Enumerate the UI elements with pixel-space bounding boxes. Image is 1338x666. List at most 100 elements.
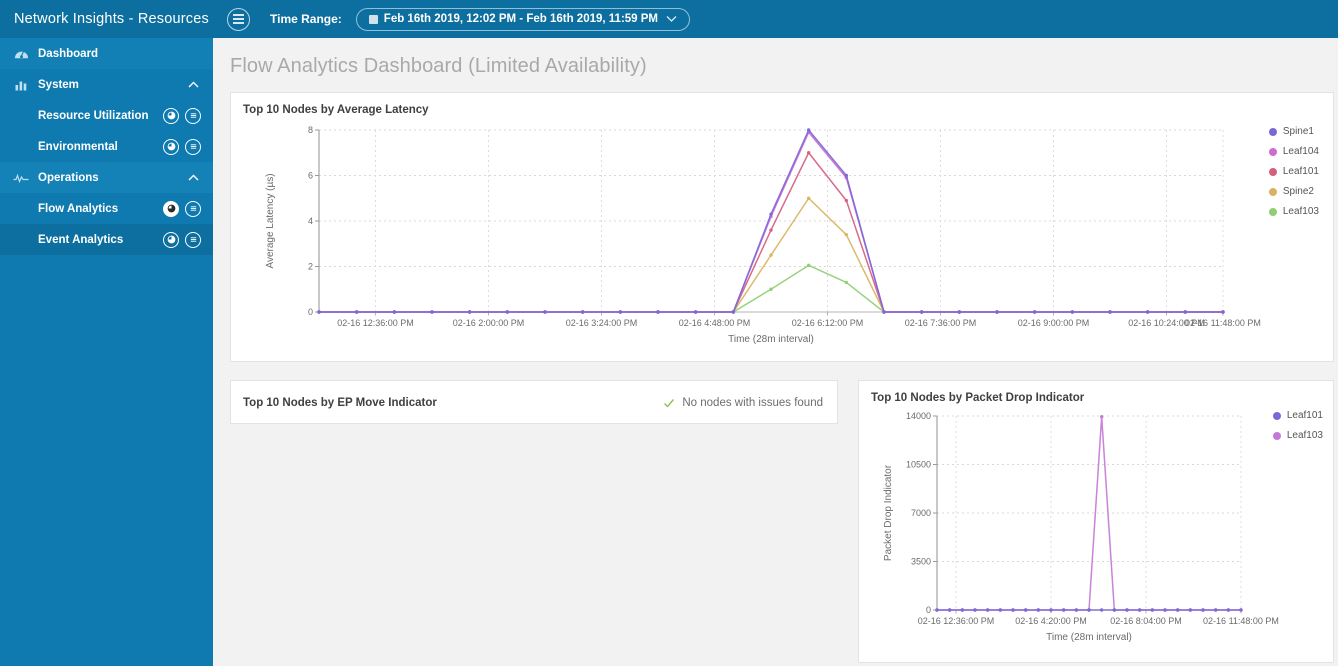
svg-text:02-16 8:04:00 PM: 02-16 8:04:00 PM: [1110, 616, 1182, 626]
sidebar-item-label: Event Analytics: [38, 233, 124, 246]
svg-text:10500: 10500: [906, 460, 931, 470]
sidebar-item-resource-utilization[interactable]: Resource Utilization: [0, 100, 213, 131]
calendar-icon: [368, 14, 378, 24]
legend-color-dot: [1268, 147, 1277, 156]
hamburger-icon[interactable]: [227, 7, 250, 31]
svg-text:4: 4: [308, 216, 313, 226]
legend-label: Leaf103: [1286, 430, 1323, 441]
card-title: Top 10 Nodes by Packet Drop Indicator: [871, 392, 1085, 404]
sidebar: Network Insights - Resources Dashboard S…: [0, 0, 213, 666]
svg-text:Average Latency (µs): Average Latency (µs): [265, 173, 276, 268]
svg-text:02-16 9:00:00 PM: 02-16 9:00:00 PM: [1018, 318, 1090, 328]
card-average-latency: Top 10 Nodes by Average Latency 0 2 4 6 8 02-…: [230, 92, 1334, 362]
check-icon: [663, 397, 675, 409]
time-range-label: Time Range:: [270, 12, 342, 26]
svg-text:6: 6: [308, 171, 313, 181]
legend-label: Spine2: [1282, 186, 1314, 197]
svg-text:02-16 12:36:00 PM: 02-16 12:36:00 PM: [918, 616, 995, 626]
svg-text:02-16 12:36:00 PM: 02-16 12:36:00 PM: [337, 318, 414, 328]
pulse-icon: [12, 171, 30, 185]
status-text: No nodes with issues found: [682, 397, 823, 409]
legend-label: Leaf104: [1282, 146, 1319, 157]
sidebar-item-flow-analytics[interactable]: Flow Analytics: [0, 193, 213, 224]
top-bar: Time Range: Feb 16th 2019, 12:02 PM - Fe…: [213, 0, 1338, 38]
svg-text:02-16 2:00:00 PM: 02-16 2:00:00 PM: [453, 318, 525, 328]
list-circle-icon[interactable]: [185, 107, 201, 124]
svg-text:Time (28m interval): Time (28m interval): [1046, 632, 1132, 643]
time-range-picker[interactable]: Feb 16th 2019, 12:02 PM - Feb 16th 2019,…: [355, 7, 691, 31]
bar-chart-icon: [12, 78, 30, 92]
svg-text:02-16 4:20:00 PM: 02-16 4:20:00 PM: [1015, 616, 1087, 626]
svg-text:0: 0: [308, 307, 313, 317]
dashboard-circle-icon[interactable]: [163, 138, 179, 155]
legend-item[interactable]: Leaf103: [1272, 430, 1323, 441]
svg-text:14000: 14000: [906, 411, 931, 421]
sidebar-item-actions: [163, 231, 201, 248]
chart-legend-latency: Spine1 Leaf104 Leaf101 Spine2 Leaf103: [1268, 126, 1319, 217]
svg-text:02-16 4:48:00 PM: 02-16 4:48:00 PM: [679, 318, 751, 328]
chart-legend-drop: Leaf101 Leaf103: [1272, 410, 1323, 441]
sidebar-item-label: Dashboard: [38, 47, 99, 60]
chart-packet-drop[interactable]: 0 3500 7000 10500 14000 02-16 12:36:00 PM 02-1…: [859, 404, 1333, 662]
svg-text:02-16 3:24:00 PM: 02-16 3:24:00 PM: [566, 318, 638, 328]
dashboard-circle-icon[interactable]: [163, 107, 179, 124]
sidebar-item-environmental[interactable]: Environmental: [0, 131, 213, 162]
svg-text:Packet Drop Indicator: Packet Drop Indicator: [883, 464, 894, 561]
chevron-up-icon[interactable]: [185, 170, 201, 186]
card-title: Top 10 Nodes by EP Move Indicator: [243, 397, 437, 409]
sidebar-item-dashboard[interactable]: Dashboard: [0, 38, 213, 69]
svg-text:7000: 7000: [911, 508, 931, 518]
legend-item[interactable]: Leaf103: [1268, 206, 1319, 217]
app-window: Network Insights - Resources Dashboard S…: [0, 0, 1338, 666]
legend-item[interactable]: Leaf104: [1268, 146, 1319, 157]
card-title: Top 10 Nodes by Average Latency: [243, 104, 429, 116]
sidebar-item-actions: [163, 107, 201, 124]
list-circle-icon[interactable]: [185, 231, 201, 248]
legend-label: Spine1: [1282, 126, 1314, 137]
dashboard-content: Top 10 Nodes by Average Latency 0 2 4 6 8 02-…: [213, 92, 1338, 666]
legend-color-dot: [1272, 431, 1281, 440]
sidebar-group-label: System: [38, 78, 79, 91]
list-circle-icon[interactable]: [185, 138, 201, 155]
sidebar-group-system[interactable]: System: [0, 69, 213, 100]
sidebar-group-operations[interactable]: Operations: [0, 162, 213, 193]
chevron-down-icon[interactable]: [666, 14, 677, 25]
list-circle-icon[interactable]: [185, 200, 201, 217]
sidebar-item-event-analytics[interactable]: Event Analytics: [0, 224, 213, 255]
legend-color-dot: [1268, 207, 1277, 216]
legend-item[interactable]: Spine1: [1268, 126, 1319, 137]
svg-text:02-16 11:48:00 PM: 02-16 11:48:00 PM: [1203, 616, 1279, 626]
dashboard-circle-icon[interactable]: [163, 200, 179, 217]
card-ep-move-indicator: Top 10 Nodes by EP Move Indicator No nod…: [230, 380, 838, 424]
chart-canvas: 0 2 4 6 8 02-16 12:36:00 PM 02-16 2:00:00 PM 02…: [265, 125, 1261, 345]
legend-item[interactable]: Leaf101: [1268, 166, 1319, 177]
svg-text:Time (28m interval): Time (28m interval): [728, 334, 814, 345]
legend-color-dot: [1268, 127, 1277, 136]
sidebar-item-label: Flow Analytics: [38, 202, 119, 215]
svg-text:0: 0: [926, 605, 931, 615]
chart-canvas: 0 3500 7000 10500 14000 02-16 12:36:00 PM 02-1…: [883, 411, 1279, 643]
legend-label: Leaf101: [1286, 410, 1323, 421]
svg-text:3500: 3500: [911, 557, 931, 567]
sidebar-group-label: Operations: [38, 171, 99, 184]
sidebar-title: Network Insights - Resources: [0, 0, 213, 38]
svg-text:02-16 11:48:00 PM: 02-16 11:48:00 PM: [1185, 318, 1261, 328]
card-packet-drop-indicator: Top 10 Nodes by Packet Drop Indicator 0 3…: [858, 380, 1334, 663]
legend-label: Leaf101: [1282, 166, 1319, 177]
legend-color-dot: [1272, 411, 1281, 420]
dashboard-circle-icon[interactable]: [163, 231, 179, 248]
page-title: Flow Analytics Dashboard (Limited Availa…: [230, 55, 647, 77]
legend-color-dot: [1268, 167, 1277, 176]
legend-item[interactable]: Spine2: [1268, 186, 1319, 197]
svg-text:2: 2: [308, 262, 313, 272]
sidebar-item-actions: [163, 200, 201, 217]
legend-color-dot: [1268, 187, 1277, 196]
svg-text:8: 8: [308, 125, 313, 135]
gauge-icon: [12, 47, 30, 61]
status-no-issues: No nodes with issues found: [663, 397, 823, 409]
chart-average-latency[interactable]: 0 2 4 6 8 02-16 12:36:00 PM 02-16 2:00:00 PM 02…: [231, 116, 1333, 364]
sidebar-item-actions: [163, 138, 201, 155]
chevron-up-icon[interactable]: [185, 77, 201, 93]
time-range-value: Feb 16th 2019, 12:02 PM - Feb 16th 2019,…: [383, 13, 659, 25]
legend-item[interactable]: Leaf101: [1272, 410, 1323, 421]
